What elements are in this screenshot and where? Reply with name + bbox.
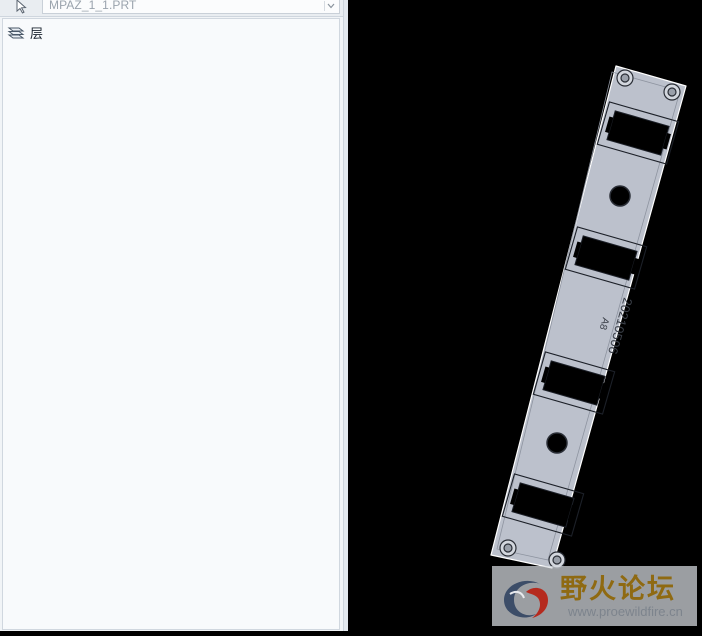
layers-icon [7, 27, 25, 39]
forum-title: 野火论坛 [560, 574, 676, 604]
model-name: MPAZ_1_1.PRT [49, 0, 137, 12]
chevron-down-icon [327, 3, 335, 9]
left-panel: MPAZ_1_1.PRT 层 [0, 0, 348, 631]
round-hole [609, 185, 631, 207]
model-select[interactable]: MPAZ_1_1.PRT [42, 0, 340, 14]
forum-watermark: 野火论坛 www.proewildfire.cn [492, 566, 697, 626]
layer-tree: 层 [2, 18, 340, 630]
model-select-dropdown[interactable] [324, 1, 337, 11]
round-hole [546, 432, 568, 454]
forum-logo-icon [504, 580, 548, 618]
model-toolbar: MPAZ_1_1.PRT [0, 0, 348, 17]
cursor-arrow-icon [16, 0, 27, 14]
graphics-viewport[interactable]: 20210506 A8 [348, 0, 702, 631]
tree-item-label: 层 [30, 25, 44, 41]
forum-url: www.proewildfire.cn [568, 604, 683, 619]
selection-filter-button[interactable] [8, 0, 36, 16]
part-model: 20210506 A8 [490, 65, 687, 569]
tree-item-layers[interactable]: 层 [7, 23, 43, 41]
